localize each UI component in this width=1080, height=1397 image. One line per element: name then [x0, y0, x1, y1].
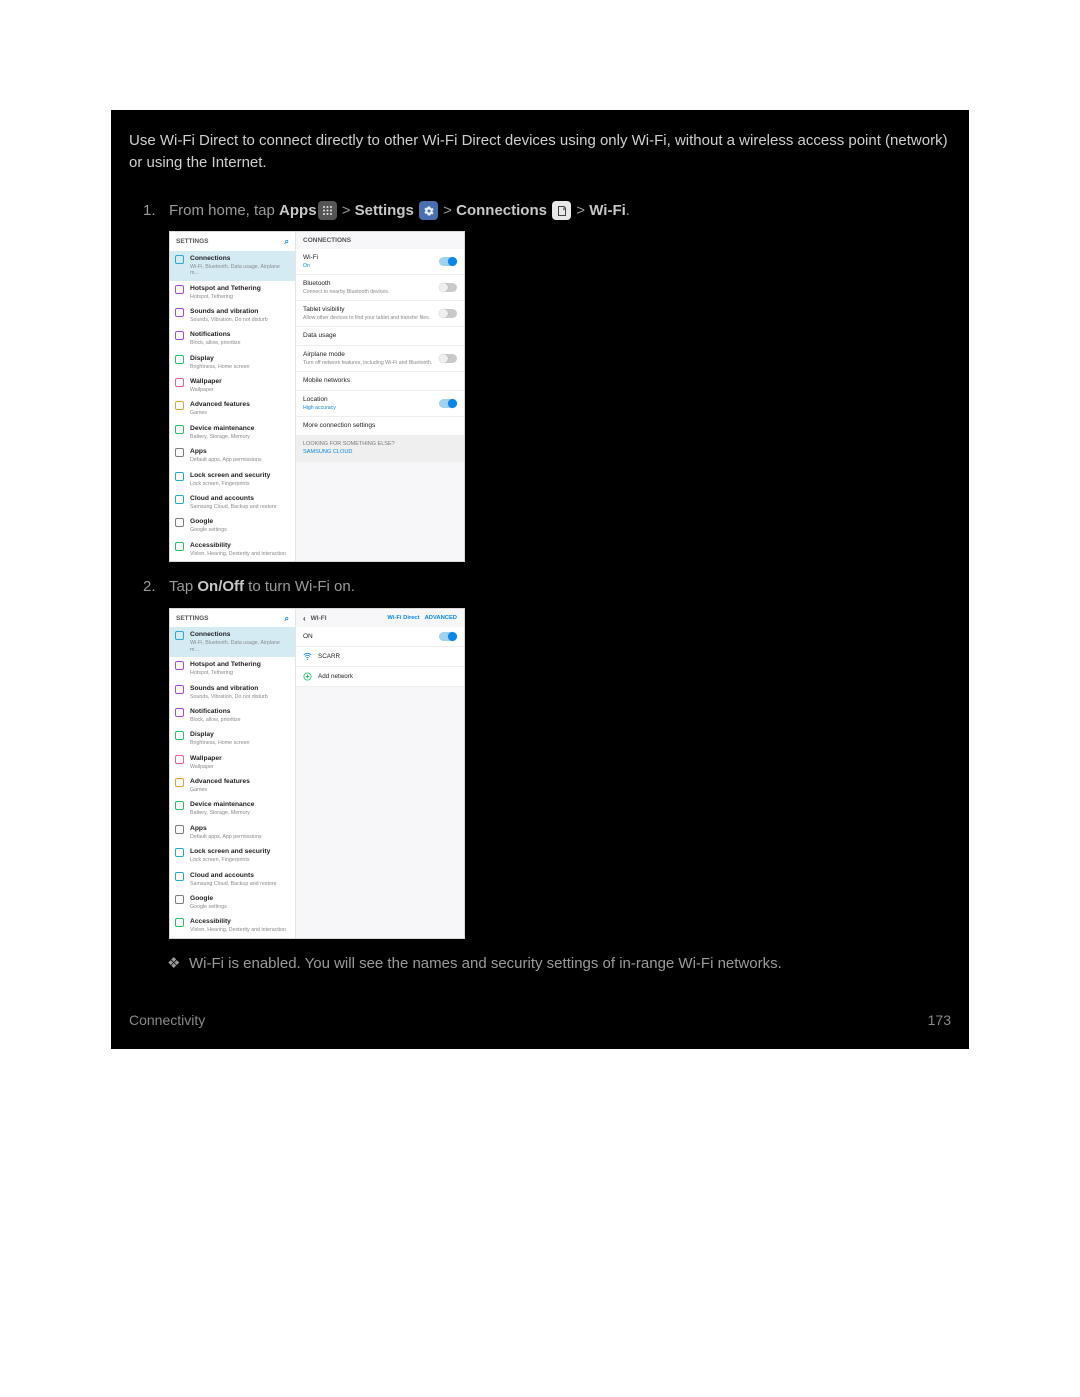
sidebar-item-icon [175, 255, 184, 264]
sidebar-item[interactable]: WallpaperWallpaper [170, 374, 295, 397]
sidebar-item[interactable]: Cloud and accountsSamsung Cloud, Backup … [170, 491, 295, 514]
sidebar-item-icon [175, 495, 184, 504]
connections-row[interactable]: Data usage [296, 327, 464, 346]
step-1-number: 1. [143, 200, 156, 222]
step-2-text: Tap On/Off to turn Wi-Fi on. [169, 578, 355, 595]
intro-text: Use Wi-Fi Direct to connect directly to … [111, 130, 969, 174]
sidebar-item-icon [175, 472, 184, 481]
page-number: 173 [928, 1010, 951, 1030]
screenshot-connections: SETTINGS⌕ConnectionsWi-Fi, Bluetooth, Da… [169, 231, 465, 562]
sidebar-item-icon [175, 542, 184, 551]
page-body: Use Wi-Fi Direct to connect directly to … [111, 110, 969, 1049]
sidebar-item-icon [175, 425, 184, 434]
sidebar-item[interactable]: NotificationsBlock, allow, prioritize [170, 327, 295, 350]
search-icon[interactable]: ⌕ [285, 614, 289, 624]
sidebar-item[interactable]: AccessibilityVision, Hearing, Dexterity … [170, 914, 295, 937]
toggle-icon[interactable] [439, 399, 457, 408]
wifi-advanced-link[interactable]: ADVANCED [425, 615, 457, 622]
sidebar-item-icon [175, 755, 184, 764]
sidebar-item[interactable]: Lock screen and securityLock screen, Fin… [170, 468, 295, 491]
sidebar-item[interactable]: AccessibilityVision, Hearing, Dexterity … [170, 538, 295, 561]
sidebar-item-icon [175, 731, 184, 740]
sidebar-item[interactable]: DisplayBrightness, Home screen [170, 727, 295, 750]
screenshot-wifi: SETTINGS⌕ConnectionsWi-Fi, Bluetooth, Da… [169, 608, 465, 939]
connections-row[interactable]: LocationHigh accuracy [296, 391, 464, 417]
connections-row[interactable]: Tablet visibilityAllow other devices to … [296, 301, 464, 327]
sidebar-item[interactable]: Device maintenanceBattery, Storage, Memo… [170, 421, 295, 444]
toggle-icon[interactable] [439, 283, 457, 292]
sidebar-item-icon [175, 918, 184, 927]
sidebar-item[interactable]: Sounds and vibrationSounds, Vibration, D… [170, 304, 295, 327]
sidebar-item-icon [175, 401, 184, 410]
sidebar-item[interactable]: AppsDefault apps, App permissions [170, 444, 295, 467]
sidebar-item[interactable]: GoogleGoogle settings [170, 891, 295, 914]
wifi-header: ‹ WI-FI Wi-Fi Direct ADVANCED [296, 609, 464, 628]
looking-for-note: LOOKING FOR SOMETHING ELSE? SAMSUNG CLOU… [296, 436, 464, 462]
sidebar-item-icon [175, 661, 184, 670]
right-pane-header: CONNECTIONS [296, 232, 464, 249]
toggle-icon[interactable] [439, 309, 457, 318]
sidebar-item-icon [175, 631, 184, 640]
sidebar-item-icon [175, 872, 184, 881]
apps-icon [318, 201, 337, 220]
sidebar-item-icon [175, 825, 184, 834]
sidebar-item-icon [175, 285, 184, 294]
sidebar-item-icon [175, 848, 184, 857]
page-footer: Connectivity 173 [111, 986, 969, 1030]
wifi-enabled-bullet: Wi-Fi is enabled. You will see the names… [169, 953, 951, 975]
sidebar-item[interactable]: WallpaperWallpaper [170, 751, 295, 774]
sidebar-item-icon [175, 708, 184, 717]
add-network-row[interactable]: Add network [296, 667, 464, 687]
wifi-network-row[interactable]: SCARR [296, 647, 464, 667]
connections-row[interactable]: BluetoothConnect to nearby Bluetooth dev… [296, 275, 464, 301]
sidebar-item[interactable]: GoogleGoogle settings [170, 514, 295, 537]
sidebar-item[interactable]: Device maintenanceBattery, Storage, Memo… [170, 797, 295, 820]
sidebar-item[interactable]: Hotspot and TetheringHotspot, Tethering [170, 281, 295, 304]
sidebar-item-icon [175, 308, 184, 317]
sidebar-item-icon [175, 685, 184, 694]
connections-row[interactable]: Wi-FiOn [296, 249, 464, 275]
sidebar-item[interactable]: Advanced featuresGames [170, 397, 295, 420]
add-icon [303, 672, 312, 681]
connections-row[interactable]: More connection settings [296, 417, 464, 436]
step-1: 1. From home, tap Apps > Settings > Conn… [169, 200, 951, 563]
sidebar-item[interactable]: Advanced featuresGames [170, 774, 295, 797]
wifi-icon [303, 652, 312, 661]
connections-icon [552, 201, 571, 220]
samsung-cloud-link[interactable]: SAMSUNG CLOUD [303, 449, 457, 456]
sidebar-item-icon [175, 778, 184, 787]
wifi-on-row[interactable]: ON [296, 627, 464, 647]
sidebar-item[interactable]: ConnectionsWi-Fi, Bluetooth, Data usage,… [170, 251, 295, 281]
sidebar-item-icon [175, 801, 184, 810]
sidebar-item[interactable]: Hotspot and TetheringHotspot, Tethering [170, 657, 295, 680]
step-2-number: 2. [143, 576, 156, 598]
sidebar-item-icon [175, 518, 184, 527]
sidebar-item-icon [175, 378, 184, 387]
step-1-text: From home, tap Apps > Settings > Connect… [169, 202, 630, 219]
sidebar-item[interactable]: AppsDefault apps, App permissions [170, 821, 295, 844]
sidebar-item-icon [175, 355, 184, 364]
sidebar-item[interactable]: Lock screen and securityLock screen, Fin… [170, 844, 295, 867]
sidebar-item-icon [175, 448, 184, 457]
sidebar-item[interactable]: ConnectionsWi-Fi, Bluetooth, Data usage,… [170, 627, 295, 657]
settings-gear-icon [419, 201, 438, 220]
sidebar-item-icon [175, 331, 184, 340]
sidebar-item[interactable]: NotificationsBlock, allow, prioritize [170, 704, 295, 727]
toggle-icon[interactable] [439, 354, 457, 363]
search-icon[interactable]: ⌕ [285, 237, 289, 247]
sidebar-item-icon [175, 895, 184, 904]
wifi-direct-link[interactable]: Wi-Fi Direct [387, 615, 419, 622]
sidebar-item[interactable]: Cloud and accountsSamsung Cloud, Backup … [170, 868, 295, 891]
sidebar-item[interactable]: DisplayBrightness, Home screen [170, 351, 295, 374]
wifi-toggle-icon[interactable] [439, 632, 457, 641]
back-chevron-icon[interactable]: ‹ [303, 614, 306, 624]
sidebar-item[interactable]: Sounds and vibrationSounds, Vibration, D… [170, 681, 295, 704]
step-2: 2. Tap On/Off to turn Wi-Fi on. SETTINGS… [169, 576, 951, 974]
connections-row[interactable]: Mobile networks [296, 372, 464, 391]
connections-row[interactable]: Airplane modeTurn off network features, … [296, 346, 464, 372]
footer-section: Connectivity [129, 1010, 205, 1030]
toggle-icon[interactable] [439, 257, 457, 266]
